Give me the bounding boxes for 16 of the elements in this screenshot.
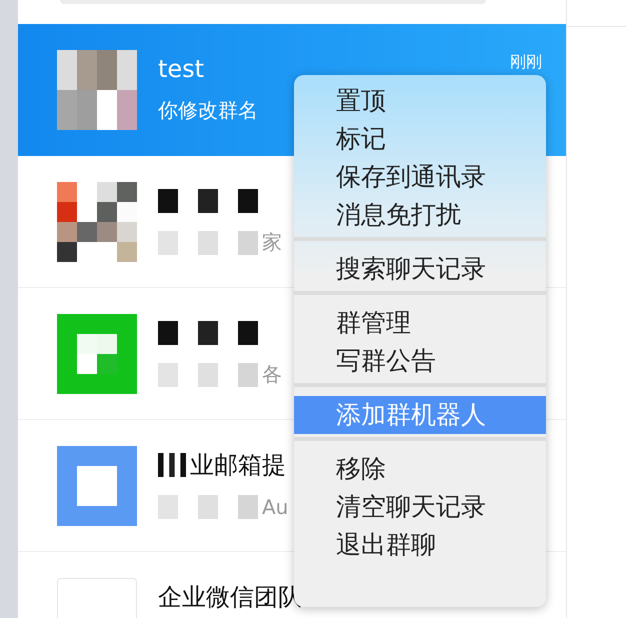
chat-name: test [158,54,204,82]
menu-item[interactable]: 搜索聊天记录 [294,250,546,288]
message-preview: 你修改群名 [158,97,258,124]
message-preview: Au [262,494,288,518]
message-preview: 各 [262,361,282,388]
menu-item[interactable]: 写群公告 [294,342,546,380]
chat-name: 业邮箱提 [190,450,286,480]
menu-item[interactable]: 保存到通讯录 [294,158,546,196]
menu-item[interactable]: 标记 [294,120,546,158]
message-preview: 家 [262,229,282,256]
menu-item[interactable]: 消息免打扰 [294,196,546,234]
menu-item[interactable]: 群管理 [294,304,546,342]
menu-item[interactable]: 置顶 [294,82,546,120]
chat-time: 刚刚 [510,52,542,73]
menu-item[interactable]: 移除 [294,450,546,488]
menu-item[interactable]: 清空聊天记录 [294,488,546,526]
